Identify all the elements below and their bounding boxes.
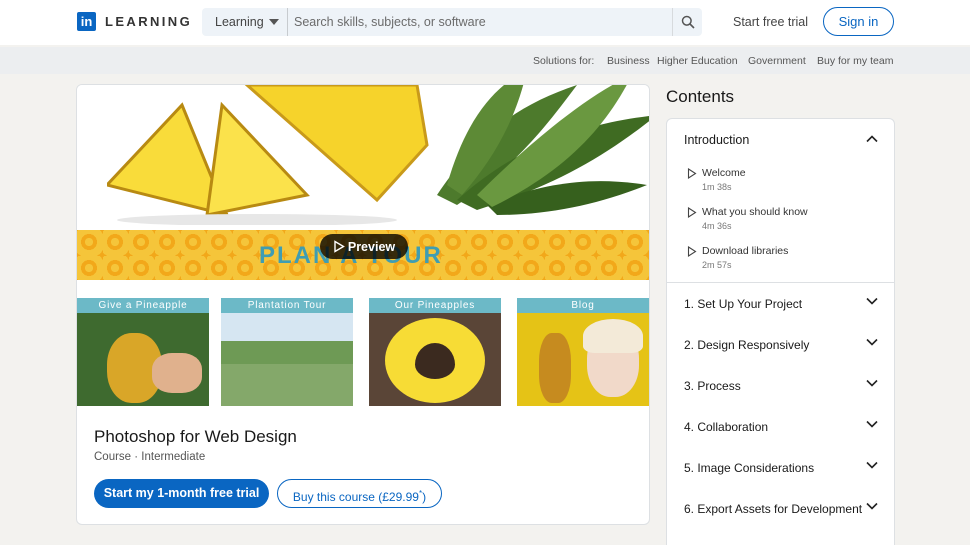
linkedin-logo-icon: in: [77, 12, 96, 31]
subnav-business[interactable]: Business: [607, 55, 650, 67]
toc-section-title: 6. Export Assets for Development: [684, 502, 863, 516]
tile-blog: Blog: [517, 298, 649, 406]
buy-course-button[interactable]: Buy this course (£29.99*): [277, 479, 442, 508]
chevron-down-icon: [866, 297, 878, 305]
chevron-up-icon[interactable]: [866, 135, 878, 143]
buy-course-label: Buy this course (£29.99: [292, 490, 419, 504]
tile-label: Give a Pineapple: [77, 298, 209, 313]
search-icon: [681, 15, 695, 29]
toc-section-2[interactable]: 2. Design Responsively: [666, 324, 895, 366]
course-meta: Course · Intermediate: [94, 451, 206, 463]
toc-section-title: 4. Collaboration: [684, 420, 769, 434]
play-icon: [687, 168, 697, 179]
brand-name: LEARNING: [105, 14, 193, 29]
toc-section-introduction: Introduction Welcome 1m 38s What you sho…: [666, 118, 895, 283]
tile-label: Blog: [517, 298, 649, 313]
lesson-duration: 2m 57s: [702, 260, 732, 270]
lesson-title: Download libraries: [702, 245, 789, 257]
start-free-trial-button[interactable]: Start my 1-month free trial: [94, 479, 269, 508]
toc-section-title[interactable]: Introduction: [684, 133, 749, 147]
chevron-down-icon: [866, 338, 878, 346]
contents-heading: Contents: [666, 87, 735, 106]
lesson-duration: 4m 36s: [702, 221, 732, 231]
preview-tiles: Give a Pineapple Plantation Tour Our Pin…: [77, 298, 649, 408]
play-icon: [334, 240, 345, 253]
toc-section-4[interactable]: 4. Collaboration: [666, 406, 895, 448]
tile-give-a-pineapple: Give a Pineapple: [77, 298, 209, 406]
subnav-higher-education[interactable]: Higher Education: [657, 55, 738, 67]
toc-section-5[interactable]: 5. Image Considerations: [666, 447, 895, 489]
tile-our-pineapples: Our Pineapples: [369, 298, 501, 406]
search-category-label: Learning: [215, 15, 264, 29]
toc-section-1[interactable]: 1. Set Up Your Project: [666, 283, 895, 325]
solutions-label: Solutions for:: [533, 55, 595, 67]
table-of-contents: Introduction Welcome 1m 38s What you sho…: [666, 118, 895, 545]
lesson-title: Welcome: [702, 167, 746, 179]
sign-in-button[interactable]: Sign in: [823, 7, 894, 36]
toc-section-title: 2. Design Responsively: [684, 338, 810, 352]
preview-button[interactable]: Preview: [320, 234, 408, 259]
top-header: in LEARNING Learning Start free trial Si…: [0, 0, 970, 45]
chevron-down-icon: [866, 379, 878, 387]
pineapple-leaves-image: [437, 85, 649, 215]
search-button[interactable]: [672, 8, 702, 36]
linkedin-learning-logo[interactable]: in LEARNING: [77, 12, 192, 31]
pineapple-slices-image: [107, 85, 429, 225]
buy-course-label-close: ): [422, 490, 427, 504]
tile-plantation-tour: Plantation Tour: [221, 298, 353, 406]
solutions-subnav: Solutions for: Business Higher Education…: [0, 47, 970, 74]
play-icon: [687, 246, 697, 257]
lesson-duration: 1m 38s: [702, 182, 732, 192]
search-bar: Learning: [202, 8, 702, 36]
toc-section-title: 3. Process: [684, 379, 741, 393]
pineapple-heart-image: [369, 313, 501, 406]
toc-section-more: [666, 529, 895, 545]
chevron-down-icon: [866, 502, 878, 510]
toc-section-title: 1. Set Up Your Project: [684, 297, 803, 311]
toc-section-3[interactable]: 3. Process: [666, 365, 895, 407]
tile-label: Our Pineapples: [369, 298, 501, 313]
course-card: PLAN A TOUR Preview Give a Pineapple Pla…: [76, 84, 650, 525]
plantation-field-image: [221, 313, 353, 406]
chevron-down-icon: [866, 461, 878, 469]
course-preview-image[interactable]: PLAN A TOUR Preview: [77, 85, 649, 298]
play-icon: [687, 207, 697, 218]
toc-section-title: 5. Image Considerations: [684, 461, 815, 475]
woman-with-pineapple-image: [517, 313, 649, 406]
chevron-down-icon: [866, 420, 878, 428]
lesson-title: What you should know: [702, 206, 808, 218]
subnav-government[interactable]: Government: [748, 55, 806, 67]
search-category-dropdown[interactable]: Learning: [202, 8, 288, 36]
toc-section-6[interactable]: 6. Export Assets for Development: [666, 488, 895, 530]
course-title: Photoshop for Web Design: [94, 427, 297, 446]
start-free-trial-link[interactable]: Start free trial: [733, 15, 808, 29]
search-input[interactable]: [288, 8, 672, 36]
pineapple-in-hand-image: [77, 313, 209, 406]
caret-down-icon: [268, 19, 279, 25]
tile-label: Plantation Tour: [221, 298, 353, 313]
preview-label: Preview: [347, 239, 396, 254]
subnav-buy-for-my-team[interactable]: Buy for my team: [817, 55, 893, 67]
